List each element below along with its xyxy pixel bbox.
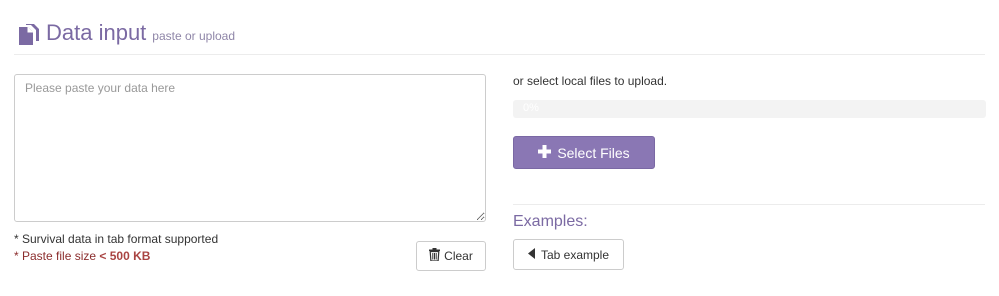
select-files-button[interactable]: Select Files bbox=[513, 136, 655, 169]
format-note: * Survival data in tab format supported bbox=[14, 232, 219, 246]
size-note-prefix: * Paste file size bbox=[14, 249, 97, 263]
tab-example-button[interactable]: Tab example bbox=[513, 239, 624, 270]
upload-label: or select local files to upload. bbox=[513, 74, 668, 88]
examples-divider bbox=[513, 204, 985, 205]
upload-progress-text: 0% bbox=[523, 102, 539, 114]
clear-button-label: Clear bbox=[444, 249, 473, 263]
select-files-label: Select Files bbox=[557, 144, 630, 161]
page-title: Data input bbox=[46, 20, 147, 45]
size-note: * Paste file size < 500 KB bbox=[14, 249, 150, 263]
examples-heading: Examples: bbox=[513, 213, 588, 230]
documents-icon bbox=[17, 23, 41, 47]
panel-header: Data input paste or upload bbox=[17, 19, 235, 47]
page-subtitle: paste or upload bbox=[152, 29, 236, 43]
tab-example-label: Tab example bbox=[540, 247, 610, 262]
caret-left-icon bbox=[527, 247, 535, 262]
clear-button[interactable]: Clear bbox=[416, 241, 486, 271]
size-limit: < 500 KB bbox=[99, 249, 151, 263]
header-divider bbox=[14, 54, 985, 55]
plus-icon bbox=[538, 144, 552, 161]
upload-progress-bar: 0% bbox=[513, 100, 986, 118]
paste-data-textarea[interactable] bbox=[14, 74, 486, 222]
trash-icon bbox=[429, 248, 441, 264]
